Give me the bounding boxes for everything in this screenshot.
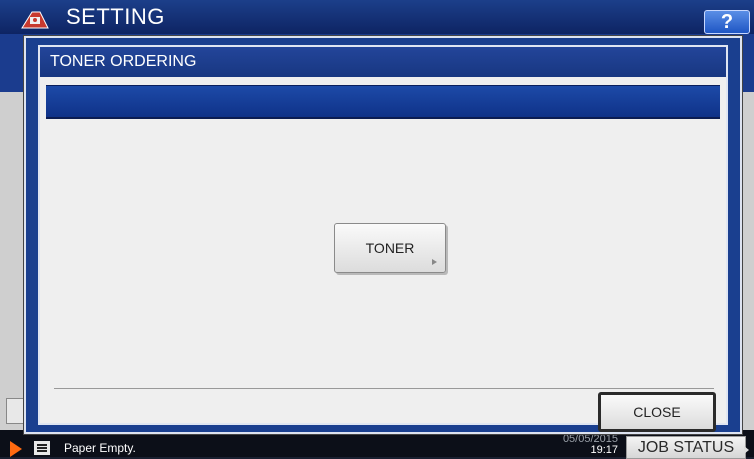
list-icon[interactable]	[34, 441, 50, 455]
toner-button[interactable]: TONER	[334, 223, 446, 273]
dialog-subheader	[46, 85, 720, 119]
page-title: SETTING	[66, 4, 165, 29]
status-date: 05/05/2015	[562, 433, 618, 445]
setting-icon	[21, 11, 49, 29]
dialog-title: TONER ORDERING	[50, 53, 197, 70]
dialog-titlebar: TONER ORDERING	[40, 47, 726, 77]
close-button[interactable]: CLOSE	[598, 392, 716, 432]
status-message: Paper Empty.	[64, 441, 136, 455]
side-tab[interactable]	[6, 398, 26, 424]
toner-ordering-dialog: TONER ORDERING TONER CLOSE	[24, 36, 742, 434]
chevron-right-icon	[744, 446, 749, 454]
status-time: 19:17	[590, 444, 618, 456]
dialog-panel: TONER ORDERING TONER CLOSE	[38, 45, 728, 432]
help-button[interactable]: ?	[704, 10, 750, 34]
arrow-right-icon	[10, 441, 22, 457]
job-status-button[interactable]: JOB STATUS	[626, 436, 746, 459]
arrow-right-icon	[432, 259, 437, 265]
divider	[54, 388, 714, 389]
toner-button-label: TONER	[365, 240, 415, 256]
